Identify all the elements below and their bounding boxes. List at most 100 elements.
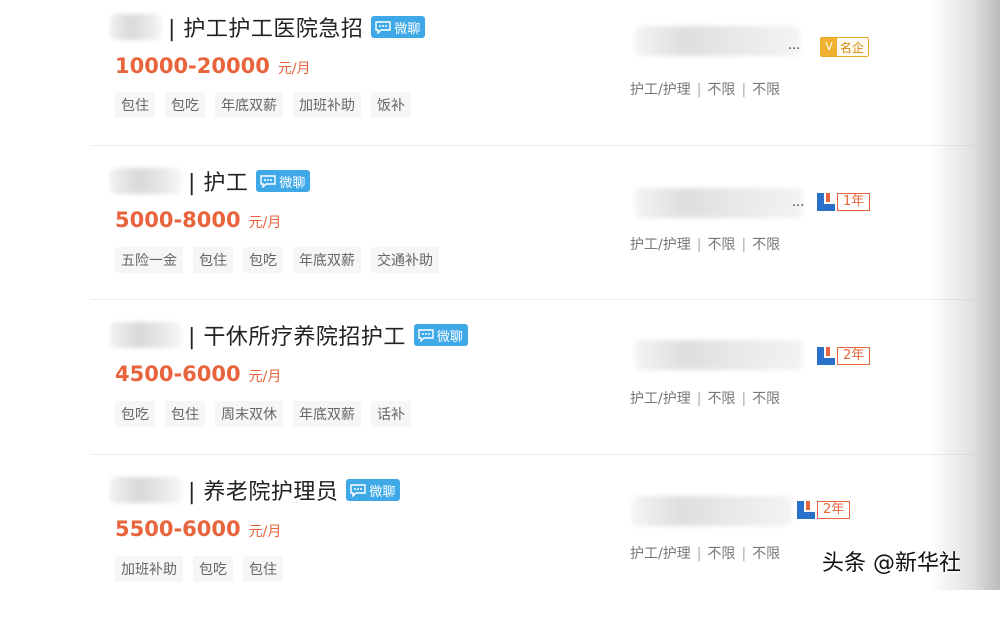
benefit-tags: 五险一金 包住 包吃 年底双薪 交通补助	[115, 247, 449, 273]
job-title[interactable]: | 护工	[188, 165, 248, 197]
salary: 10000-20000	[115, 54, 270, 78]
salary-unit: 元/月	[248, 215, 282, 231]
experience-requirement: 不限	[752, 82, 781, 98]
salary: 5500-6000	[115, 517, 241, 541]
job-listing[interactable]: | 护工 微聊 5000-8000 元/月 五险一金 包住 包吃 年底双薪 交通…	[0, 155, 1000, 310]
salary-unit: 元/月	[248, 369, 282, 385]
benefit-tag: 包吃	[115, 401, 155, 427]
meta-separator: |	[696, 546, 702, 562]
education-requirement: 不限	[707, 82, 736, 98]
experience-requirement: 不限	[752, 546, 781, 562]
blurred-employer-name	[110, 322, 182, 348]
meta-separator: |	[696, 237, 702, 253]
job-category: 护工/护理	[630, 237, 691, 253]
benefit-tag: 年底双薪	[293, 247, 361, 273]
job-category: 护工/护理	[630, 546, 691, 562]
blurred-company-name[interactable]	[635, 26, 800, 56]
blurred-employer-name	[110, 477, 182, 503]
job-listing[interactable]: | 护工护工医院急招 微聊 10000-20000 元/月 包住 包吃 年底双薪…	[0, 0, 1000, 155]
chat-bubble-icon	[418, 328, 434, 342]
experience-requirement: 不限	[752, 391, 781, 407]
membership-icon	[817, 347, 835, 365]
divider	[90, 145, 980, 146]
company-name-ellipsis: ...	[788, 38, 801, 53]
chat-button[interactable]: 微聊	[346, 479, 401, 501]
salary: 5000-8000	[115, 208, 241, 232]
benefit-tag: 年底双薪	[215, 92, 283, 118]
membership-years-badge: 2年	[817, 347, 871, 365]
divider	[90, 454, 980, 455]
meta-separator: |	[741, 82, 747, 98]
job-title[interactable]: | 护工护工医院急招	[168, 11, 363, 43]
benefit-tag: 五险一金	[115, 247, 183, 273]
chat-bubble-icon	[260, 174, 277, 188]
famous-company-label: 名企	[840, 40, 865, 55]
education-requirement: 不限	[707, 391, 736, 407]
benefit-tag: 周末双休	[215, 401, 283, 427]
benefit-tag: 交通补助	[371, 247, 439, 273]
chat-button[interactable]: 微聊	[371, 16, 426, 38]
watermark: 头条 @新华社	[822, 551, 961, 576]
meta-separator: |	[696, 82, 702, 98]
chat-label: 微聊	[436, 329, 463, 345]
famous-company-badge: V 名企	[820, 37, 870, 57]
membership-years-badge: 1年	[817, 193, 871, 211]
chat-label: 微聊	[279, 175, 306, 191]
v-icon: V	[821, 38, 837, 56]
benefit-tags: 包住 包吃 年底双薪 加班补助 饭补	[115, 92, 421, 118]
salary-unit: 元/月	[277, 61, 311, 77]
benefit-tag: 加班补助	[293, 92, 361, 118]
chat-label: 微聊	[394, 21, 421, 37]
job-category: 护工/护理	[630, 82, 691, 98]
job-meta: 护工/护理 | 不限 | 不限	[630, 388, 780, 408]
job-title[interactable]: | 养老院护理员	[188, 474, 338, 506]
chat-bubble-icon	[375, 20, 392, 34]
meta-separator: |	[696, 391, 702, 407]
benefit-tag: 包住	[193, 247, 233, 273]
benefit-tag: 话补	[371, 401, 411, 427]
benefit-tag: 加班补助	[115, 556, 183, 582]
meta-separator: |	[741, 391, 747, 407]
membership-icon	[797, 501, 815, 519]
job-listing[interactable]: | 干休所疗养院招护工 微聊 4500-6000 元/月 包吃 包住 周末双休 …	[0, 310, 1000, 465]
membership-years-label: 2年	[837, 347, 871, 365]
membership-years-label: 1年	[837, 193, 871, 211]
chat-label: 微聊	[369, 484, 396, 500]
salary-unit: 元/月	[248, 524, 282, 540]
benefit-tag: 包吃	[193, 556, 233, 582]
blurred-company-name[interactable]	[635, 188, 803, 218]
chat-bubble-icon	[350, 483, 367, 497]
education-requirement: 不限	[707, 237, 736, 253]
divider	[90, 299, 980, 300]
benefit-tag: 包住	[243, 556, 283, 582]
meta-separator: |	[741, 237, 747, 253]
job-meta: 护工/护理 | 不限 | 不限	[630, 79, 780, 99]
benefit-tag: 包吃	[243, 247, 283, 273]
benefit-tag: 包住	[165, 401, 205, 427]
blurred-company-name[interactable]	[632, 496, 792, 526]
meta-separator: |	[741, 546, 747, 562]
education-requirement: 不限	[707, 546, 736, 562]
blurred-employer-name	[110, 14, 162, 40]
benefit-tag: 包吃	[165, 92, 205, 118]
chat-button[interactable]: 微聊	[256, 170, 311, 192]
blurred-company-name[interactable]	[635, 340, 803, 370]
salary: 4500-6000	[115, 362, 241, 386]
blurred-employer-name	[110, 168, 182, 194]
job-meta: 护工/护理 | 不限 | 不限	[630, 543, 780, 563]
job-title[interactable]: | 干休所疗养院招护工	[188, 319, 406, 351]
chat-button[interactable]: 微聊	[413, 324, 468, 346]
experience-requirement: 不限	[752, 237, 781, 253]
benefit-tags: 加班补助 包吃 包住	[115, 556, 293, 582]
job-listing[interactable]: | 养老院护理员 微聊 5500-6000 元/月 加班补助 包吃 包住 2年 …	[0, 465, 1000, 620]
benefit-tag: 年底双薪	[293, 401, 361, 427]
job-category: 护工/护理	[630, 391, 691, 407]
benefit-tag: 包住	[115, 92, 155, 118]
job-meta: 护工/护理 | 不限 | 不限	[630, 234, 780, 254]
benefit-tag: 饭补	[371, 92, 411, 118]
company-name-ellipsis: ...	[792, 195, 805, 210]
benefit-tags: 包吃 包住 周末双休 年底双薪 话补	[115, 401, 421, 427]
membership-years-label: 2年	[817, 501, 851, 519]
membership-icon	[817, 193, 835, 211]
membership-years-badge: 2年	[797, 501, 851, 519]
